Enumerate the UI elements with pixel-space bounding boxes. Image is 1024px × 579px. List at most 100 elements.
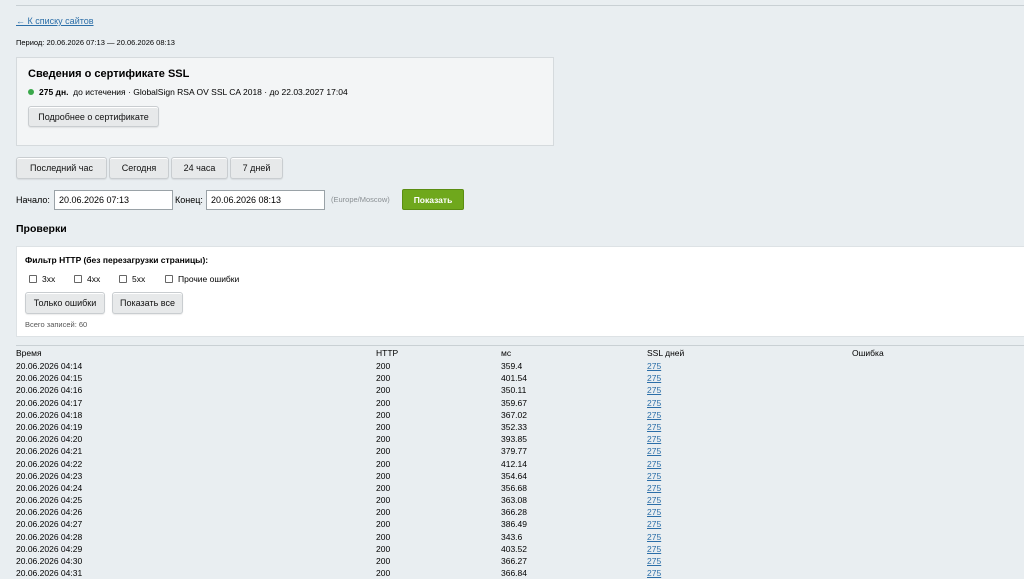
range-24h-button[interactable]: 24 часа xyxy=(171,157,228,179)
cell-http: 200 xyxy=(376,421,391,432)
cell-ssl-days-link[interactable]: 275 xyxy=(647,421,661,433)
cell-ssl-days-link[interactable]: 275 xyxy=(647,458,661,470)
cell-ssl-days-link[interactable]: 275 xyxy=(647,494,661,506)
cell-ms: 366.27 xyxy=(501,556,527,566)
cell-time: 20.06.2026 04:17 xyxy=(16,397,83,408)
ssl-title: Сведения о сертификате SSL xyxy=(28,68,190,80)
cell-http: 200 xyxy=(376,385,391,396)
checkbox-icon xyxy=(119,275,127,283)
show-all-button[interactable]: Показать все xyxy=(112,292,183,314)
table-row: 20.06.2026 04:25 200 363.08 275 xyxy=(16,494,1024,506)
cell-ms: 356.68 xyxy=(501,482,527,493)
http-filter-panel: Фильтр HTTP (без перезагрузки страницы):… xyxy=(16,246,1024,337)
cell-time: 20.06.2026 04:15 xyxy=(16,373,83,384)
cell-ssl-days-link[interactable]: 275 xyxy=(647,397,661,409)
cell-http: 200 xyxy=(376,531,391,542)
cell-ssl-days-link[interactable]: 275 xyxy=(647,567,661,579)
column-header-ssl-days: SSL дней xyxy=(647,348,685,358)
filter-4xx-checkbox[interactable]: 4xx xyxy=(74,274,100,284)
cell-ssl-days-link[interactable]: 275 xyxy=(647,360,661,372)
range-7d-button[interactable]: 7 дней xyxy=(230,157,283,179)
cell-ssl-days-link[interactable]: 275 xyxy=(647,543,661,555)
cell-ssl-days-link[interactable]: 275 xyxy=(647,409,661,421)
ssl-status-line: 275 дн. до истечения · GlobalSign RSA OV… xyxy=(28,87,348,97)
table-row: 20.06.2026 04:31 200 366.84 275 xyxy=(16,567,1024,579)
table-row: 20.06.2026 04:19 200 352.33 275 xyxy=(16,421,1024,433)
cell-ms: 366.28 xyxy=(501,507,527,518)
cell-ms: 401.54 xyxy=(501,373,527,384)
cell-time: 20.06.2026 04:18 xyxy=(16,409,83,420)
top-divider xyxy=(16,5,1024,6)
cell-http: 200 xyxy=(376,543,391,554)
table-row: 20.06.2026 04:20 200 393.85 275 xyxy=(16,433,1024,445)
cell-ms: 359.4 xyxy=(501,361,523,371)
cell-ms: 359.67 xyxy=(501,397,527,408)
table-row: 20.06.2026 04:15 200 401.54 275 xyxy=(16,372,1024,384)
cell-http: 200 xyxy=(376,397,391,408)
cell-ssl-days-link[interactable]: 275 xyxy=(647,506,661,518)
cell-http: 200 xyxy=(376,507,391,518)
cell-http: 200 xyxy=(376,519,391,530)
timezone-label: (Europe/Moscow) xyxy=(331,195,390,204)
end-label: Конец: xyxy=(175,195,203,205)
cell-ms: 403.52 xyxy=(501,543,527,554)
cell-time: 20.06.2026 04:29 xyxy=(16,543,83,554)
cell-time: 20.06.2026 04:21 xyxy=(16,446,83,457)
cell-http: 200 xyxy=(376,373,391,384)
only-errors-button[interactable]: Только ошибки xyxy=(25,292,105,314)
cell-time: 20.06.2026 04:16 xyxy=(16,385,83,396)
cell-time: 20.06.2026 04:26 xyxy=(16,507,83,518)
cell-http: 200 xyxy=(376,568,391,579)
range-last-hour-button[interactable]: Последний час xyxy=(16,157,107,179)
show-button[interactable]: Показать xyxy=(402,189,464,210)
checkbox-label: 4xx xyxy=(87,274,101,284)
cell-time: 20.06.2026 04:23 xyxy=(16,470,83,481)
ssl-info: до истечения · GlobalSign RSA OV SSL CA … xyxy=(73,87,348,97)
checks-heading: Проверки xyxy=(16,223,67,235)
table-row: 20.06.2026 04:27 200 386.49 275 xyxy=(16,518,1024,530)
filter-3xx-checkbox[interactable]: 3xx xyxy=(29,274,55,284)
cell-http: 200 xyxy=(376,495,391,506)
cell-time: 20.06.2026 04:27 xyxy=(16,519,83,530)
range-today-button[interactable]: Сегодня xyxy=(109,157,169,179)
filter-other-errors-checkbox[interactable]: Прочие ошибки xyxy=(165,274,239,284)
checkbox-label: 3xx xyxy=(42,274,56,284)
cell-time: 20.06.2026 04:14 xyxy=(16,361,83,371)
certificate-details-button[interactable]: Подробнее о сертификате xyxy=(28,106,159,127)
cell-ssl-days-link[interactable]: 275 xyxy=(647,384,661,396)
cell-time: 20.06.2026 04:20 xyxy=(16,434,83,445)
ssl-info-panel: Сведения о сертификате SSL 275 дн. до ис… xyxy=(16,57,554,146)
cell-http: 200 xyxy=(376,470,391,481)
cell-ssl-days-link[interactable]: 275 xyxy=(647,372,661,384)
end-datetime-input[interactable]: 20.06.2026 08:13 xyxy=(206,190,325,210)
table-divider xyxy=(16,345,1024,346)
period-text: Период: 20.06.2026 07:13 — 20.06.2026 08… xyxy=(16,38,175,47)
column-header-time: Время xyxy=(16,348,42,358)
cell-ssl-days-link[interactable]: 275 xyxy=(647,518,661,530)
cell-ms: 367.02 xyxy=(501,409,527,420)
cell-time: 20.06.2026 04:31 xyxy=(16,568,83,579)
cell-ssl-days-link[interactable]: 275 xyxy=(647,482,661,494)
checks-table: 20.06.2026 04:14 200 359.4 275 20.06.2026 04… xyxy=(16,360,1024,579)
table-row: 20.06.2026 04:29 200 403.52 275 xyxy=(16,543,1024,555)
cell-ssl-days-link[interactable]: 275 xyxy=(647,433,661,445)
cell-time: 20.06.2026 04:19 xyxy=(16,421,83,432)
filter-5xx-checkbox[interactable]: 5xx xyxy=(119,274,145,284)
cell-http: 200 xyxy=(376,409,391,420)
cell-ssl-days-link[interactable]: 275 xyxy=(647,470,661,482)
cell-ms: 354.64 xyxy=(501,470,527,481)
column-header-http: HTTP xyxy=(376,348,399,358)
cell-ssl-days-link[interactable]: 275 xyxy=(647,555,661,567)
status-ok-dot-icon xyxy=(28,88,34,95)
cell-ms: 366.84 xyxy=(501,568,527,579)
cell-ssl-days-link[interactable]: 275 xyxy=(647,445,661,457)
back-to-sites-link[interactable]: ← К списку сайтов xyxy=(16,16,94,26)
cell-http: 200 xyxy=(376,458,391,469)
cell-time: 20.06.2026 04:30 xyxy=(16,556,83,566)
table-row: 20.06.2026 04:22 200 412.14 275 xyxy=(16,458,1024,470)
start-datetime-input[interactable]: 20.06.2026 07:13 xyxy=(54,190,173,210)
checkbox-icon xyxy=(74,275,82,283)
cell-ssl-days-link[interactable]: 275 xyxy=(647,531,661,543)
table-row: 20.06.2026 04:23 200 354.64 275 xyxy=(16,470,1024,482)
cell-time: 20.06.2026 04:24 xyxy=(16,482,83,493)
